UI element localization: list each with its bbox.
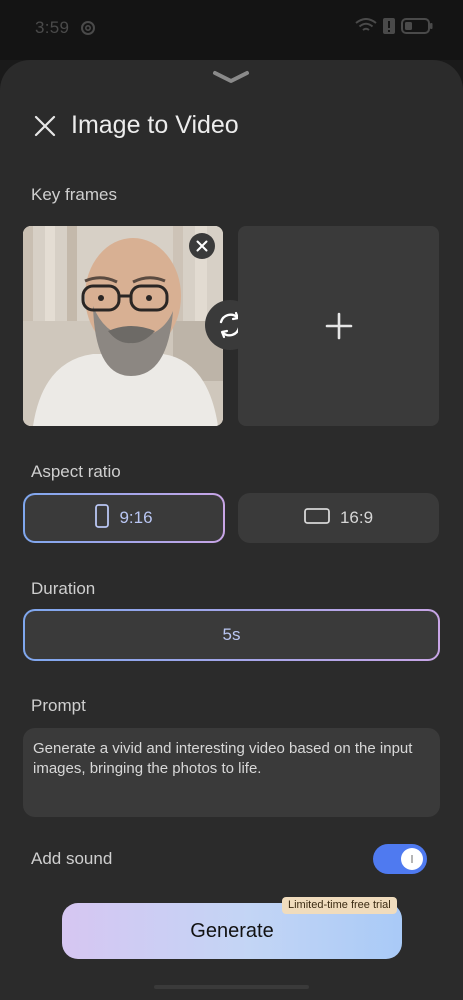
aspect-ratio-16-9-button[interactable]: 16:9 [238, 493, 439, 543]
duration-label: Duration [31, 579, 96, 598]
chevron-down-icon[interactable] [212, 70, 250, 89]
prompt-textarea[interactable]: Generate a vivid and interesting video b… [23, 728, 440, 817]
aspect-ratio-9-16-button[interactable]: 9:16 [23, 493, 225, 543]
aspect-ratio-label-9-16: 9:16 [119, 508, 153, 527]
generate-label: Generate [190, 919, 274, 942]
aspect-ratio-label-16-9: 16:9 [339, 508, 374, 527]
add-sound-label: Add sound [31, 849, 113, 868]
aspect-ratio-label: Aspect ratio [31, 462, 121, 481]
add-key-frame-button[interactable] [238, 226, 439, 426]
close-icon [196, 240, 208, 252]
remove-photo-button[interactable] [189, 233, 215, 259]
status-time: 3:59 [35, 18, 70, 37]
add-sound-toggle[interactable] [373, 844, 427, 874]
duration-5s-button[interactable]: 5s [23, 609, 440, 661]
landscape-icon [304, 507, 330, 529]
portrait-icon [95, 503, 110, 533]
plus-icon [325, 312, 352, 340]
duration-value: 5s [222, 625, 241, 644]
page-title: Image to Video [71, 111, 239, 139]
gear-icon [79, 19, 97, 42]
status-icons [355, 18, 433, 39]
close-icon[interactable] [34, 115, 56, 137]
key-frames-label: Key frames [31, 185, 117, 204]
battery-icon [401, 18, 433, 39]
status-bar: 3:59 [0, 0, 463, 60]
alert-icon [383, 18, 395, 39]
home-indicator[interactable] [154, 985, 309, 989]
prompt-label: Prompt [31, 696, 86, 715]
toggle-knob [401, 848, 423, 870]
wifi-icon [355, 18, 377, 39]
prompt-text: Generate a vivid and interesting video b… [33, 740, 413, 777]
free-trial-badge: Limited-time free trial [282, 897, 397, 914]
